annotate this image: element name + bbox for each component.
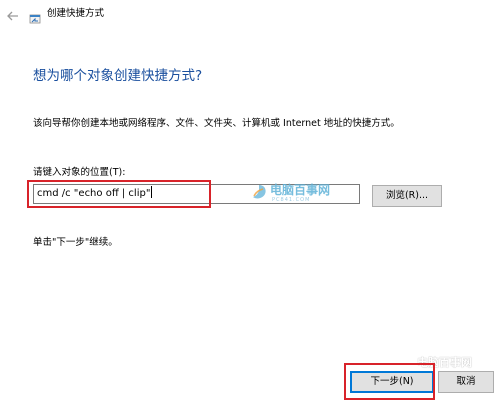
cancel-button[interactable]: 取消 — [438, 371, 494, 393]
wizard-description: 该向导帮你创建本地或网络程序、文件、文件夹、计算机或 Internet 地址的快… — [33, 118, 400, 129]
text-caret — [151, 186, 153, 198]
watermark-corner-icon — [403, 357, 416, 370]
continue-hint: 单击"下一步"继续。 — [33, 237, 118, 248]
browse-button[interactable]: 浏览(R)... — [372, 185, 442, 207]
location-label: 请键入对象的位置(T): — [33, 167, 126, 178]
wizard-title: 创建快捷方式 — [47, 8, 105, 19]
shortcut-wizard-icon — [29, 10, 41, 24]
watermark-corner: 电脑百事网 — [403, 356, 495, 372]
location-value-text: cmd /c "echo off | clip" — [37, 188, 151, 199]
location-input-value: cmd /c "echo off | clip" — [37, 186, 153, 202]
page-heading: 想为哪个对象创建快捷方式? — [33, 68, 203, 84]
location-input[interactable]: cmd /c "echo off | clip" — [33, 184, 360, 204]
watermark-corner-text: 电脑百事网 — [417, 356, 472, 369]
next-button[interactable]: 下一步(N) — [350, 371, 434, 393]
back-arrow-icon[interactable] — [6, 8, 20, 22]
wizard-header: 创建快捷方式 — [0, 0, 500, 28]
